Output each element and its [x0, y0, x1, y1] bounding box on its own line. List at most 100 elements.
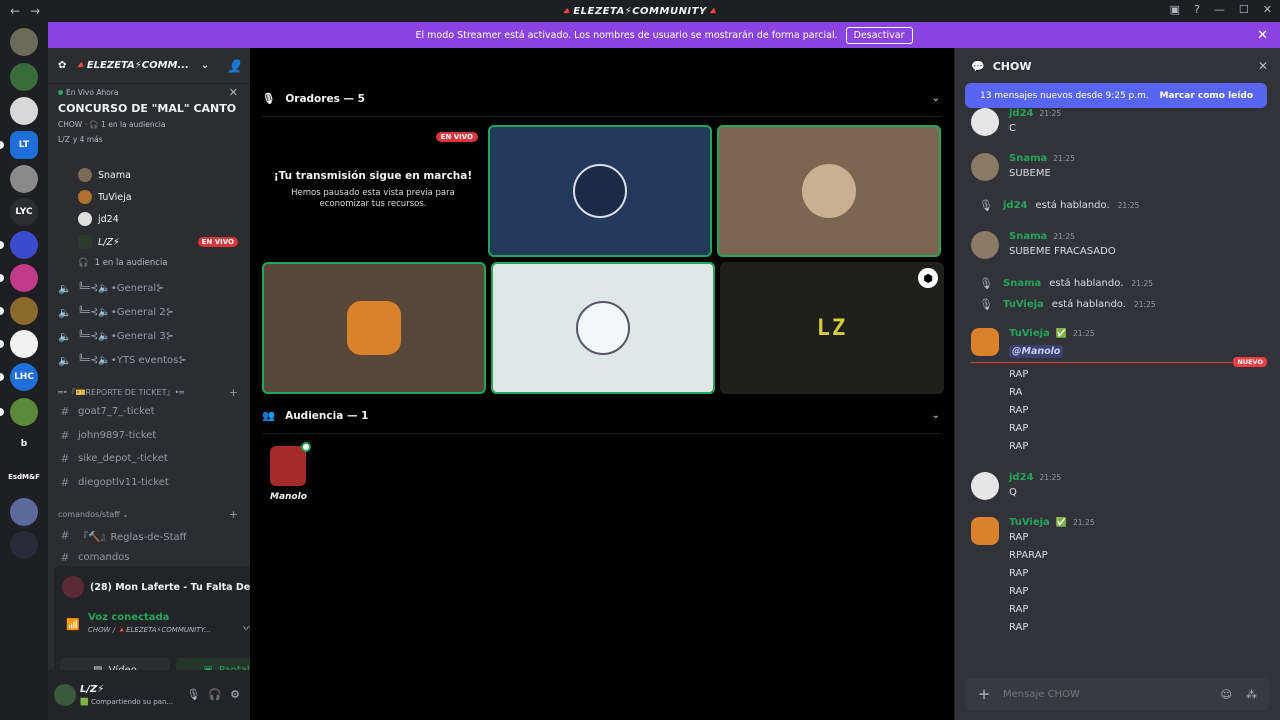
live-badge: EN VIVO — [197, 237, 238, 247]
guild-header[interactable]: ✿ 🔺ELEZETA⚡COMM... ⌄ 👤 — [48, 48, 250, 84]
paused-text: Hemos pausado esta vista previa para eco… — [291, 188, 455, 210]
message-composer: + ☺ ⁂ — [965, 678, 1269, 710]
apps-icon[interactable]: ⁂ — [1246, 688, 1257, 701]
close-icon[interactable]: ✕ — [229, 86, 238, 99]
add-channel-icon[interactable]: + — [229, 508, 238, 521]
add-attachment-icon[interactable]: + — [965, 685, 1003, 703]
speaker-tile[interactable] — [488, 125, 712, 257]
disable-streamer-button[interactable]: Desactivar — [845, 26, 913, 44]
signal-icon[interactable]: 📶 — [66, 618, 80, 631]
chat-header: 💬 CHOW ✕ — [955, 48, 1280, 84]
stream-settings-icon[interactable]: ⬢ — [918, 268, 938, 288]
text-channel[interactable]: # 『🔨』Reglas-de-Staff — [58, 528, 242, 543]
speaker-tile[interactable] — [262, 262, 486, 394]
mark-read-button[interactable]: Marcar como leído — [1159, 91, 1253, 101]
chat-channel-name: CHOW — [992, 59, 1032, 73]
help-icon[interactable]: ? — [1194, 3, 1200, 16]
server-icon[interactable]: LYC — [10, 198, 38, 226]
avatar[interactable] — [54, 684, 76, 706]
server-icon[interactable]: LHC — [0, 363, 38, 391]
message-text: RAP — [1009, 586, 1029, 597]
avatar[interactable] — [971, 328, 999, 356]
voice-user[interactable]: jd24 — [78, 212, 119, 226]
chat-panel: 💬 CHOW ✕ 13 mensajes nuevos desde 9:25 p… — [955, 48, 1280, 720]
voice-user[interactable]: Snama — [78, 168, 131, 182]
server-icon[interactable] — [0, 264, 38, 292]
server-icon[interactable]: LT — [0, 131, 38, 159]
voice-channel[interactable]: 🔈 ╚═⊰🔈•YTS eventos⊱ — [58, 354, 242, 367]
close-window-icon[interactable]: ✕ — [1263, 3, 1272, 16]
voice-user[interactable]: TuVieja — [78, 190, 132, 204]
server-icon[interactable]: b — [10, 430, 38, 458]
maximize-icon[interactable]: ☐ — [1239, 3, 1249, 16]
inbox-icon[interactable]: ▣ — [1170, 3, 1180, 16]
channel-sidebar: ✿ 🔺ELEZETA⚡COMM... ⌄ 👤 En Vivo Ahora CON… — [48, 48, 292, 720]
message-input[interactable] — [1003, 688, 1221, 700]
server-icon[interactable] — [10, 97, 38, 125]
avatar[interactable] — [971, 231, 999, 259]
audience-header[interactable]: 👥 Audiencia — 1 ⌄ — [262, 409, 942, 423]
close-icon[interactable]: ✕ — [1258, 59, 1268, 73]
server-icon[interactable] — [10, 165, 38, 193]
avatar[interactable] — [971, 153, 999, 181]
server-icon[interactable] — [10, 531, 38, 559]
category-tickets[interactable]: ═•『🎫REPORTE DE TICKET』•═ + — [58, 386, 242, 399]
server-icon[interactable] — [0, 330, 38, 358]
message-text: RAP — [1009, 622, 1029, 633]
new-messages-divider: NUEVO — [971, 357, 1267, 367]
mic-icon: 🎙 — [262, 93, 276, 105]
live-now-card[interactable]: En Vivo Ahora CONCURSO DE "MAL" CANTO CH… — [48, 84, 250, 150]
text-channel[interactable]: # goat7_7_-ticket — [58, 405, 242, 418]
chevron-down-icon[interactable]: ⌄ — [932, 93, 940, 104]
add-user-icon[interactable]: 👤 — [227, 59, 242, 73]
speaker-tile[interactable]: LZ ⬢ — [720, 262, 944, 394]
avatar[interactable] — [971, 517, 999, 545]
emoji-icon[interactable]: ☺ — [1221, 688, 1232, 701]
server-icon[interactable] — [0, 398, 38, 426]
gear-icon[interactable]: ⚙ — [230, 688, 240, 701]
voice-status[interactable]: Voz conectada — [88, 612, 211, 623]
text-channel[interactable]: # diegoptlv11-ticket — [58, 476, 242, 489]
speaker-tile[interactable] — [717, 125, 941, 257]
avatar[interactable] — [971, 472, 999, 500]
server-icon[interactable] — [10, 28, 38, 56]
user-mention[interactable]: @Manolo — [1009, 345, 1064, 358]
message-text: RAP — [1009, 604, 1029, 615]
voice-channel[interactable]: 🔈 ╚═⊰🔈•General 3⊱ — [58, 330, 242, 343]
user-panel: L/Z⚡ 🟩 Compartiendo su pan... 🎙 🎧 ⚙ — [48, 670, 250, 720]
text-channel[interactable]: # john9897-ticket — [58, 429, 242, 442]
server-icon[interactable] — [0, 297, 38, 325]
voice-channel-path[interactable]: CHOW / 🔺ELEZETA⚡COMMUNITY... — [88, 626, 211, 634]
category-staff[interactable]: comandos/staff ⌄ + — [58, 508, 242, 521]
paused-title: ¡Tu transmisión sigue en marcha! — [273, 170, 473, 182]
voice-channel[interactable]: 🔈 ╚═⊰🔈•General⊱ — [58, 282, 242, 295]
chevron-down-icon[interactable]: ⌄ — [932, 410, 940, 421]
server-icon[interactable] — [10, 63, 38, 91]
message-text: RAP — [1009, 369, 1029, 380]
audience-member[interactable]: Manolo — [270, 442, 312, 502]
username[interactable]: L/Z⚡ — [80, 684, 104, 695]
text-channel[interactable]: # sike_depot_-ticket — [58, 452, 242, 465]
server-icon[interactable]: EsdM&F — [8, 463, 40, 491]
speakers-header[interactable]: 🎙 Oradores — 5 ⌄ — [262, 92, 942, 106]
close-icon[interactable]: ✕ — [1257, 28, 1268, 43]
server-icon[interactable] — [0, 231, 38, 259]
headphones-icon[interactable]: 🎧 — [208, 688, 222, 701]
stream-paused-tile[interactable]: EN VIVO ¡Tu transmisión sigue en marcha!… — [262, 126, 484, 256]
add-channel-icon[interactable]: + — [229, 386, 238, 399]
server-icon[interactable] — [10, 498, 38, 526]
divider — [262, 433, 942, 434]
avatar — [576, 301, 630, 355]
voice-channel[interactable]: 🔈 ╚═⊰🔈•General 2⊱ — [58, 306, 242, 319]
speaker-icon: 🔈 — [58, 354, 72, 367]
new-messages-bar[interactable]: 13 mensajes nuevos desde 9:25 p.m. Marca… — [965, 83, 1267, 108]
avatar[interactable] — [971, 108, 999, 136]
live-audience: 1 en la audiencia — [101, 120, 166, 129]
minimize-icon[interactable]: — — [1214, 3, 1225, 16]
boost-icon: ✿ — [58, 60, 67, 71]
speaker-tile[interactable] — [491, 262, 715, 394]
text-channel[interactable]: # comandos — [58, 551, 242, 564]
speaking-notice: 🎙 Snama está hablando. 21:25 — [979, 277, 1153, 290]
audience-row: 🎧 1 en la audiencia — [78, 258, 168, 268]
mic-icon[interactable]: 🎙 — [186, 688, 200, 701]
